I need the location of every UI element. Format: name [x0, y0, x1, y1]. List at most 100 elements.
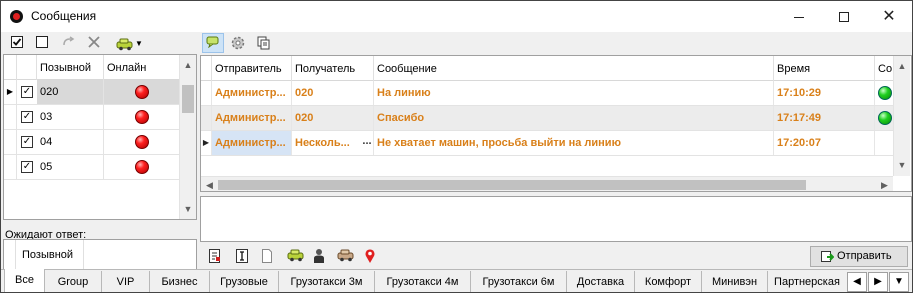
- compose-toolbar: Отправить: [200, 245, 912, 267]
- tabs-dropdown-icon[interactable]: ▼: [889, 272, 909, 292]
- drivers-grid-header: Позывной Онлайн: [4, 55, 180, 80]
- scroll-down-icon[interactable]: ▼: [180, 201, 196, 218]
- horizontal-scroll-thumb[interactable]: [218, 180, 806, 190]
- tab-group[interactable]: Group: [45, 271, 102, 292]
- scroll-up-icon[interactable]: ▲: [894, 58, 910, 75]
- gear-icon: [231, 36, 245, 50]
- message-row[interactable]: ▶ Администр... Несколь... ... Не хватает…: [201, 131, 893, 156]
- settings-button[interactable]: [230, 35, 246, 51]
- message-text: На линию: [374, 81, 774, 105]
- driver-row[interactable]: ✓ 04: [4, 130, 180, 155]
- tab-all[interactable]: Все: [4, 269, 45, 292]
- message-sender: Администр...: [212, 131, 292, 155]
- driver-row[interactable]: ▶ ✓ 020: [4, 80, 180, 105]
- message-input[interactable]: [200, 196, 912, 242]
- maximize-icon: [839, 12, 849, 23]
- sender-column-header[interactable]: Отправитель: [212, 56, 292, 81]
- recipients-ellipsis-button[interactable]: ...: [359, 133, 375, 153]
- messages-view-button[interactable]: [202, 33, 224, 53]
- driver-callsign: 05: [37, 155, 104, 179]
- template-button[interactable]: [207, 248, 223, 264]
- waiting-callsign-header[interactable]: Позывной: [16, 240, 84, 270]
- scroll-left-icon[interactable]: ◀: [201, 177, 218, 191]
- copy-button[interactable]: [256, 35, 272, 51]
- driver-row[interactable]: ✓ 03: [4, 105, 180, 130]
- scroll-up-icon[interactable]: ▲: [180, 57, 196, 74]
- tabs-scroll-left-icon[interactable]: ◀: [847, 272, 867, 292]
- location-button[interactable]: [362, 248, 378, 264]
- drivers-toolbar: ▼: [2, 32, 196, 54]
- message-recipient: 020: [292, 81, 374, 105]
- messages-vertical-scrollbar[interactable]: ▲ ▼: [893, 56, 910, 176]
- delete-x-icon: [88, 36, 100, 48]
- document-edit-icon: [209, 249, 220, 263]
- delete-button[interactable]: [86, 35, 102, 51]
- tab-cargo-taxi-6m[interactable]: Грузотакси 6м: [471, 271, 567, 292]
- minimize-button[interactable]: [776, 1, 822, 32]
- offline-status-icon: [135, 110, 149, 124]
- redo-icon: [63, 36, 75, 46]
- message-recipient: 020: [292, 106, 374, 130]
- select-busy-cars-button[interactable]: [336, 248, 356, 264]
- car-filter-dropdown[interactable]: ▼: [112, 35, 146, 51]
- status-cell: [875, 106, 893, 130]
- tab-vip[interactable]: VIP: [102, 271, 150, 292]
- driver-checkbox[interactable]: ✓: [21, 161, 33, 173]
- insert-text-button[interactable]: [234, 248, 250, 264]
- driver-callsign: 03: [37, 105, 104, 129]
- current-row-indicator-icon: ▶: [4, 80, 17, 104]
- drivers-vertical-scrollbar[interactable]: ▲ ▼: [179, 55, 196, 219]
- callsign-column-header[interactable]: Позывной: [37, 55, 104, 80]
- tab-business[interactable]: Бизнес: [150, 271, 210, 292]
- driver-row[interactable]: ✓ 05: [4, 155, 180, 180]
- scroll-down-icon[interactable]: ▼: [894, 157, 910, 174]
- tab-trucks[interactable]: Грузовые: [210, 271, 279, 292]
- tab-cargo-taxi-4m[interactable]: Грузотакси 4м: [375, 271, 471, 292]
- messages-horizontal-scrollbar[interactable]: ◀ ▶: [201, 176, 893, 191]
- driver-callsign: 020: [37, 80, 104, 104]
- drivers-panel: ▼ Позывной Онлайн ▶ ✓ 020 ✓ 03 ✓ 04 ✓ 05…: [2, 32, 197, 292]
- check-column-header: [17, 55, 37, 80]
- row-selector: [201, 81, 212, 105]
- maximize-button[interactable]: [821, 1, 867, 32]
- send-button[interactable]: Отправить: [810, 246, 908, 267]
- message-column-header[interactable]: Сообщение: [374, 56, 774, 81]
- driver-checkbox[interactable]: ✓: [21, 136, 33, 148]
- tab-partner[interactable]: Партнерская: [768, 271, 846, 292]
- person-icon: [314, 249, 324, 263]
- redo-button[interactable]: [60, 35, 76, 51]
- recipient-column-header[interactable]: Получатель: [292, 56, 374, 81]
- driver-checkbox[interactable]: ✓: [21, 111, 33, 123]
- message-time: 17:10:29: [774, 81, 875, 105]
- close-icon: ✕: [882, 8, 896, 25]
- scroll-right-icon[interactable]: ▶: [876, 177, 893, 191]
- chevron-down-icon: ▼: [135, 38, 143, 48]
- select-driver-button[interactable]: [311, 248, 327, 264]
- tabs-scroll-right-icon[interactable]: ▶: [868, 272, 888, 292]
- send-icon: [821, 251, 834, 262]
- offline-status-icon: [135, 135, 149, 149]
- uncheck-all-button[interactable]: [34, 35, 50, 51]
- check-all-button[interactable]: [9, 35, 25, 51]
- delivered-status-icon: [878, 111, 892, 125]
- car-icon: [287, 249, 304, 262]
- row-selector: [201, 106, 212, 130]
- status-column-header[interactable]: Со: [875, 56, 893, 81]
- tab-cargo-taxi-3m[interactable]: Грузотакси 3м: [279, 271, 375, 292]
- message-sender: Администр...: [212, 81, 292, 105]
- select-cars-button[interactable]: [286, 248, 306, 264]
- close-button[interactable]: ✕: [866, 1, 912, 32]
- new-document-button[interactable]: [259, 248, 275, 264]
- online-cell: [104, 80, 180, 104]
- messages-window: Сообщения ✕ ▼ Позывной Онлайн ▶ ✓ 020 ✓ …: [0, 0, 913, 293]
- tab-comfort[interactable]: Комфорт: [635, 271, 702, 292]
- tab-minivan[interactable]: Минивэн: [702, 271, 768, 292]
- message-row[interactable]: Администр... 020 На линию 17:10:29: [201, 81, 893, 106]
- driver-checkbox[interactable]: ✓: [21, 86, 33, 98]
- online-column-header[interactable]: Онлайн: [104, 55, 180, 80]
- tab-delivery[interactable]: Доставка: [567, 271, 635, 292]
- time-column-header[interactable]: Время: [774, 56, 875, 81]
- scroll-thumb[interactable]: [182, 85, 194, 113]
- chat-bubble-icon: [206, 36, 219, 49]
- message-row[interactable]: Администр... 020 Спасибо 17:17:49: [201, 106, 893, 131]
